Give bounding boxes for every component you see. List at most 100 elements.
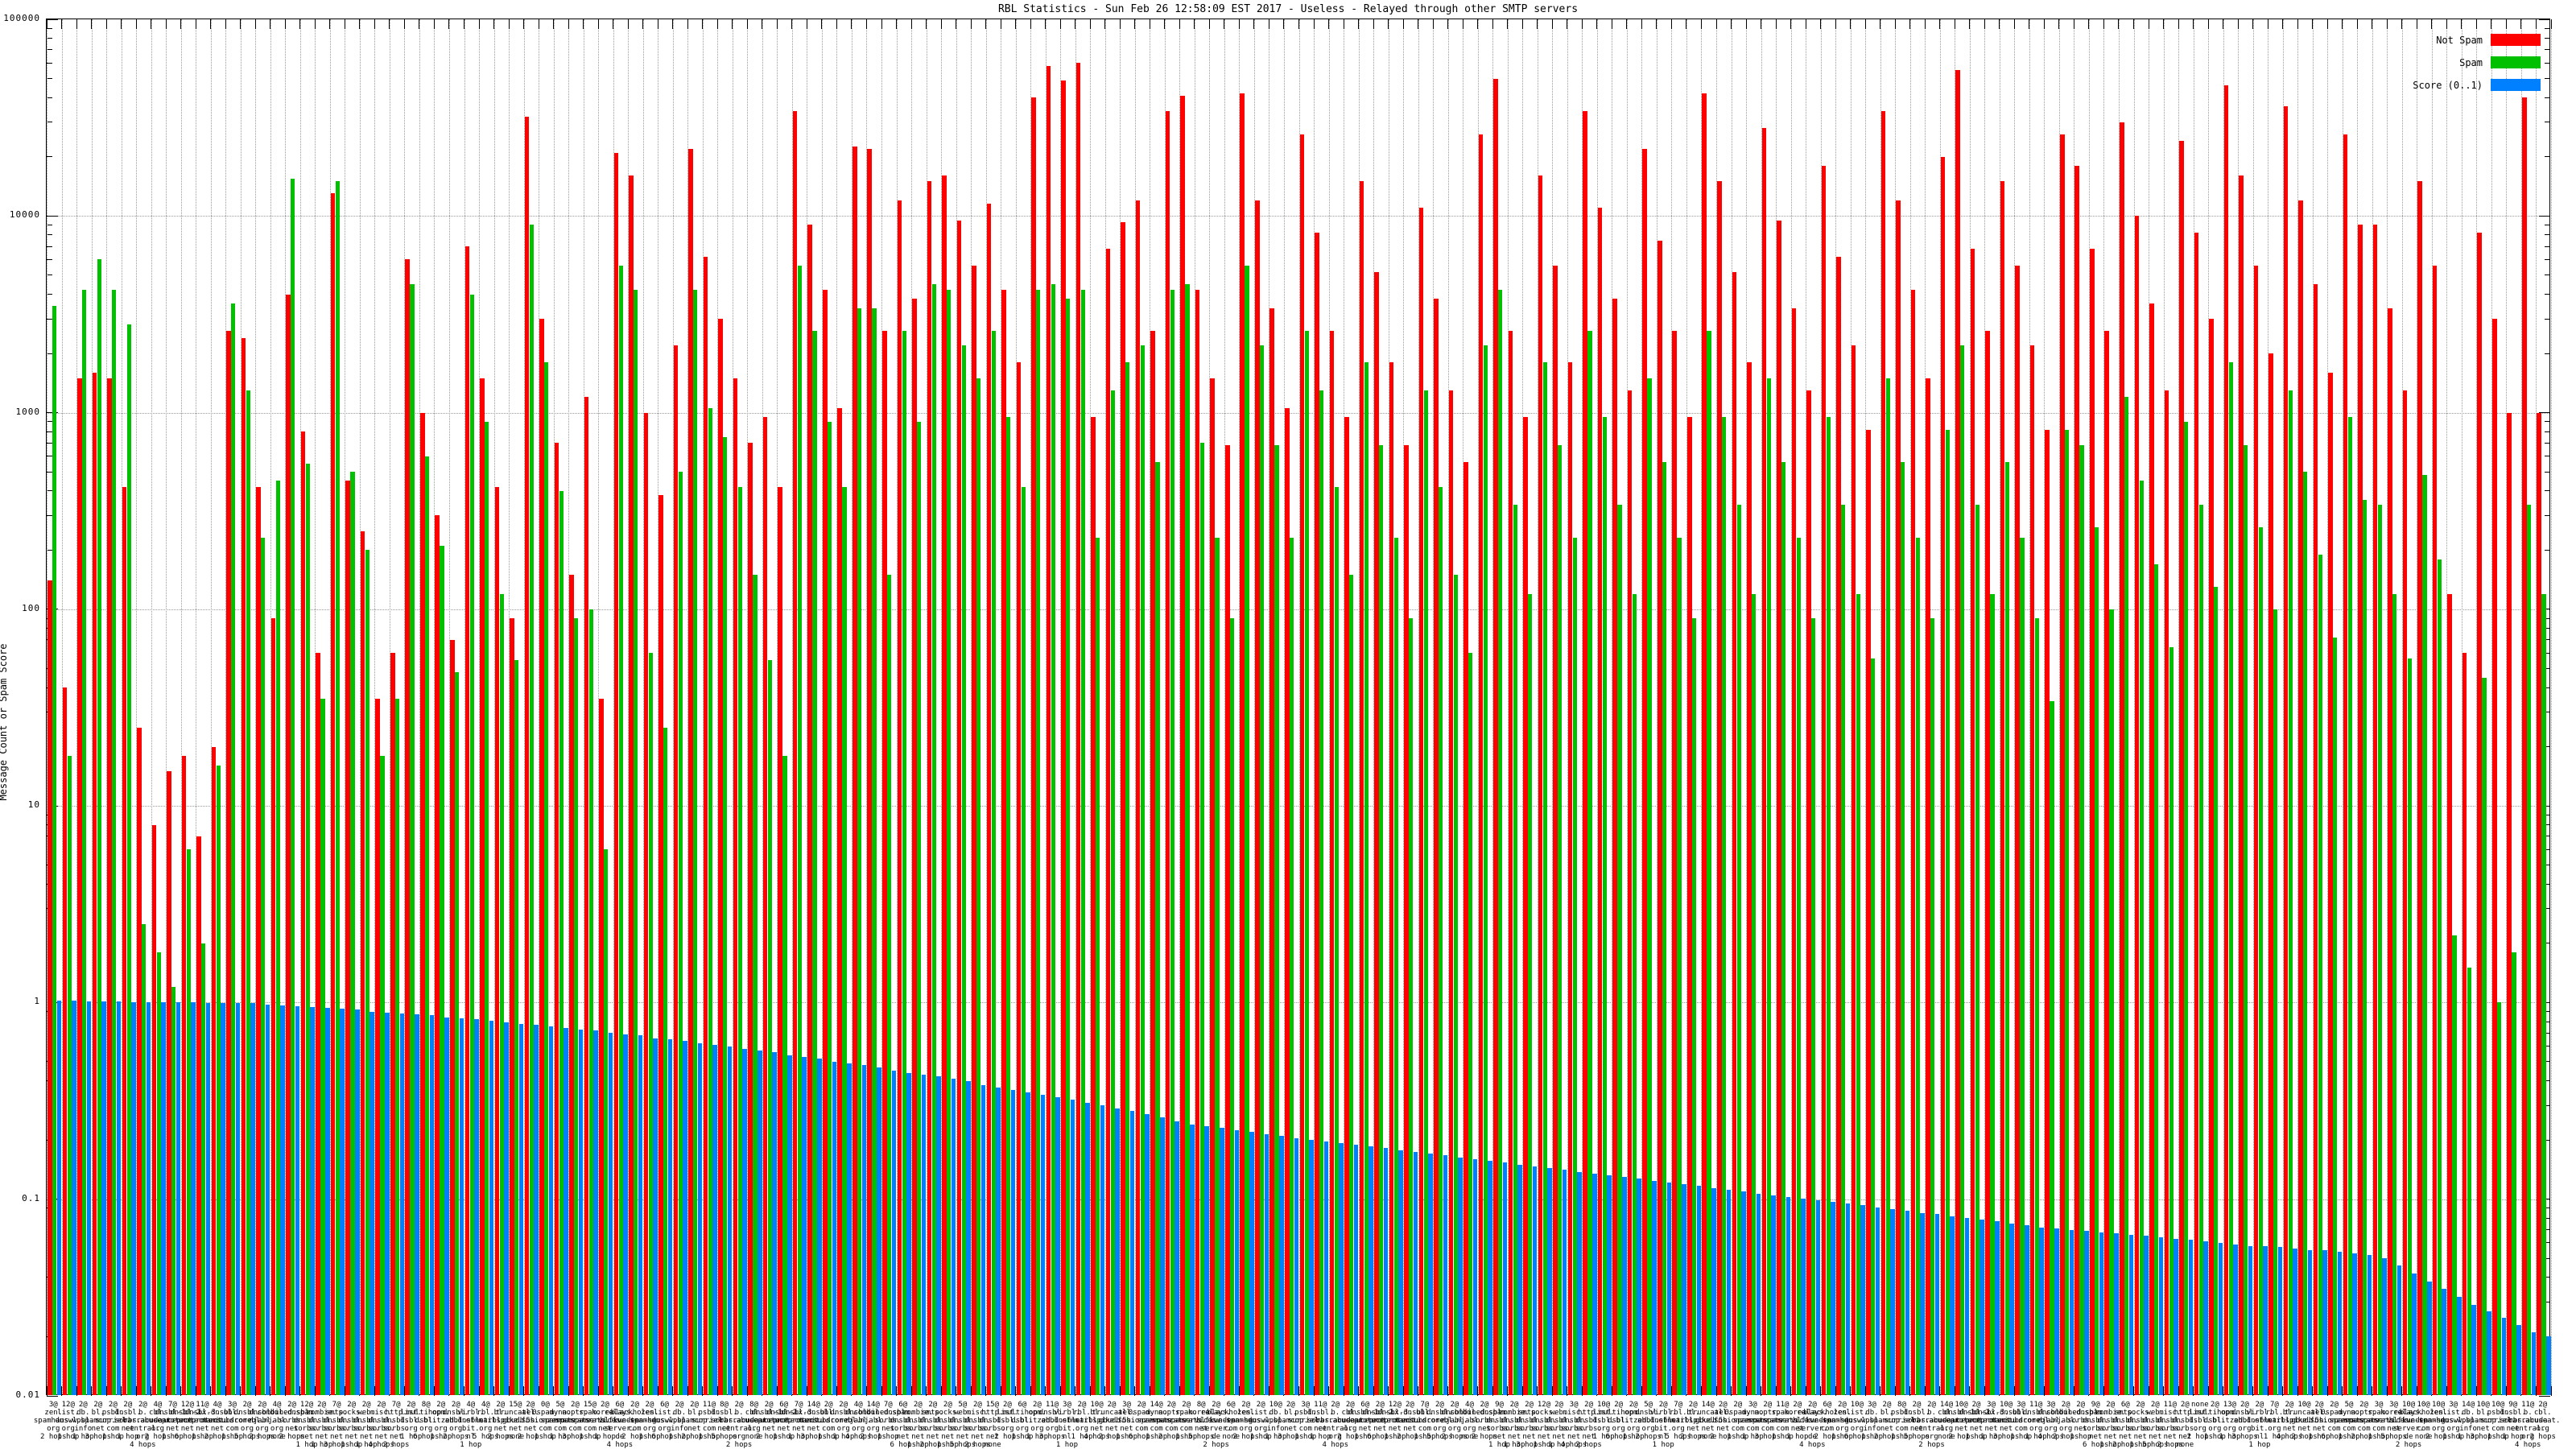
y-minor-tick — [2545, 353, 2550, 354]
score-bar — [355, 1009, 360, 1395]
not-spam-bar — [807, 225, 812, 1395]
score-bar — [1563, 1170, 1567, 1395]
score-bar — [1055, 1097, 1060, 1395]
spam-bar — [514, 660, 518, 1395]
spam-bar — [1990, 594, 1994, 1395]
score-bar — [638, 1035, 643, 1395]
not-spam-bar — [1762, 128, 1767, 1395]
x-tick-top — [941, 19, 942, 29]
not-spam-bar — [1434, 299, 1439, 1395]
spam-bar — [1125, 362, 1129, 1395]
spam-bar — [276, 481, 280, 1395]
x-tick-top — [747, 19, 748, 29]
x-tick-top — [1447, 19, 1448, 29]
legend-item: Not Spam — [2413, 34, 2541, 46]
spam-bar — [2289, 390, 2293, 1395]
spam-bar — [1141, 345, 1145, 1395]
spam-bar — [1290, 538, 1294, 1395]
y-minor-tick — [2545, 97, 2550, 98]
y-minor-tick — [2545, 472, 2550, 473]
spam-bar — [2184, 422, 2188, 1395]
not-spam-bar — [2447, 594, 2452, 1395]
x-tick-top — [2238, 19, 2239, 29]
score-bar — [1577, 1172, 1582, 1395]
x-tick-top — [240, 19, 241, 29]
not-spam-bar — [1806, 390, 1811, 1395]
spam-bar — [1946, 430, 1950, 1395]
spam-bar — [1170, 290, 1174, 1395]
spam-bar — [2020, 538, 2024, 1395]
score-bar — [2487, 1311, 2491, 1395]
score-bar — [87, 1001, 92, 1395]
y-minor-tick — [2545, 431, 2550, 432]
x-tick-top — [1626, 19, 1627, 29]
not-spam-bar — [1493, 79, 1498, 1395]
spam-bar — [708, 408, 712, 1395]
x-tick-top — [1090, 19, 1091, 29]
not-spam-bar — [1612, 299, 1617, 1395]
not-spam-bar — [763, 417, 768, 1395]
y-minor-tick — [2545, 246, 2550, 247]
x-tick-top — [1328, 19, 1329, 29]
x-tick-top — [1865, 19, 1866, 29]
not-spam-bar — [450, 640, 455, 1395]
not-spam-bar — [2030, 345, 2035, 1395]
x-tick-top — [2327, 19, 2328, 29]
score-bar — [1786, 1197, 1791, 1395]
not-spam-bar — [1330, 331, 1335, 1395]
score-bar — [623, 1034, 628, 1395]
spam-bar — [1200, 443, 1204, 1395]
not-spam-bar — [718, 319, 723, 1395]
spam-bar — [1468, 653, 1472, 1395]
score-bar — [1204, 1126, 1209, 1395]
spam-bar — [619, 266, 623, 1395]
y-minor-tick — [2545, 294, 2550, 295]
x-tick-top — [1939, 19, 1940, 29]
not-spam-bar — [1672, 331, 1677, 1395]
not-spam-bar — [525, 117, 530, 1395]
spam-bar — [320, 699, 324, 1395]
spam-bar — [231, 303, 235, 1395]
spam-bar — [1677, 538, 1681, 1395]
score-bar — [862, 1065, 867, 1395]
y-minor-tick — [47, 319, 52, 320]
spam-bar — [932, 284, 936, 1395]
spam-bar — [1439, 487, 1443, 1395]
x-tick-top — [672, 19, 673, 29]
score-bar — [2203, 1241, 2208, 1395]
x-tick-top — [1164, 19, 1165, 29]
x-tick-top — [791, 19, 792, 29]
not-spam-bar — [2298, 200, 2303, 1395]
spam-bar — [425, 456, 429, 1395]
spam-bar — [2140, 481, 2144, 1395]
not-spam-bar — [182, 756, 187, 1395]
y-axis-label: Message Count or Spam Score — [0, 400, 9, 1044]
spam-bar — [1066, 299, 1070, 1395]
spam-bar — [1022, 487, 1026, 1395]
x-tick-top — [568, 19, 569, 29]
score-bar — [2278, 1247, 2283, 1395]
not-spam-bar — [2492, 319, 2497, 1395]
x-tick-top — [91, 19, 92, 29]
not-spam-bar — [1553, 266, 1558, 1395]
x-tick-top — [1358, 19, 1359, 29]
spam-bar — [1260, 345, 1264, 1395]
spam-bar — [2527, 505, 2531, 1395]
x-tick-top — [583, 19, 584, 29]
score-bar — [2084, 1231, 2089, 1395]
x-tick-top — [1909, 19, 1910, 29]
x-tick-top — [851, 19, 852, 29]
score-bar — [2502, 1318, 2507, 1395]
not-spam-bar — [435, 515, 440, 1395]
spam-bar — [112, 290, 116, 1395]
spam-bar — [2124, 397, 2128, 1395]
y-minor-tick — [47, 259, 52, 260]
score-bar — [1160, 1117, 1165, 1395]
not-spam-bar — [584, 397, 589, 1395]
spam-bar — [589, 609, 593, 1395]
not-spam-bar — [1568, 362, 1573, 1395]
score-bar — [2144, 1236, 2149, 1395]
not-spam-bar — [331, 193, 336, 1395]
x-tick-top — [255, 19, 256, 29]
spam-bar — [738, 487, 742, 1395]
